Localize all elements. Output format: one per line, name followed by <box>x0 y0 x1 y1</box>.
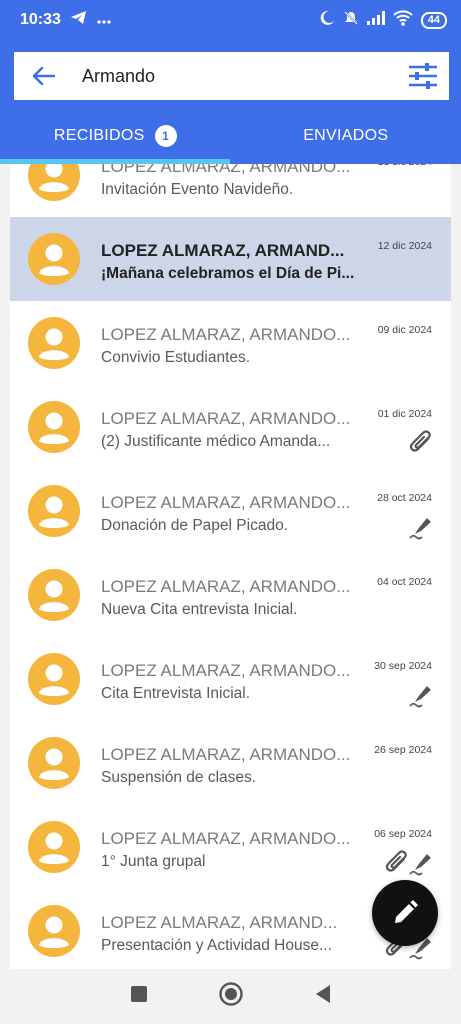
recent-apps-icon[interactable] <box>130 985 148 1008</box>
message-subject: (2) Justificante médico Amanda... <box>101 433 331 450</box>
message-list[interactable]: LOPEZ ALMARAZ, ARMANDO... Invitación Even… <box>10 164 451 969</box>
paperclip-icon <box>385 850 409 876</box>
tab-recibidos[interactable]: RECIBIDOS 1 <box>0 112 231 160</box>
compose-button[interactable] <box>372 880 438 946</box>
message-date: 01 dic 2024 <box>377 408 432 420</box>
message-date: 04 oct 2024 <box>377 576 432 588</box>
message-row[interactable]: LOPEZ ALMARAZ, ARMANDO... Convivio Estudi… <box>10 301 451 385</box>
message-date: 06 sep 2024 <box>374 828 432 840</box>
message-sender: LOPEZ ALMARAZ, ARMAND... <box>101 241 345 260</box>
paperclip-icon <box>409 430 433 456</box>
signature-pen-icon <box>409 682 433 708</box>
message-sender: LOPEZ ALMARAZ, ARMANDO... <box>101 164 351 176</box>
avatar-icon <box>28 737 80 789</box>
message-row[interactable]: LOPEZ ALMARAZ, ARMANDO... Invitación Even… <box>10 164 451 217</box>
wifi-icon <box>393 9 413 31</box>
signal-icon <box>366 10 385 30</box>
message-attachments <box>409 514 433 540</box>
message-sender: LOPEZ ALMARAZ, ARMANDO... <box>101 409 351 428</box>
message-sender: LOPEZ ALMARAZ, ARMANDO... <box>101 577 351 596</box>
avatar-icon <box>28 164 80 201</box>
back-arrow-icon[interactable] <box>14 52 74 100</box>
moon-icon <box>319 10 335 31</box>
message-sender: LOPEZ ALMARAZ, ARMANDO... <box>101 829 351 848</box>
tab-recibidos-label: RECIBIDOS <box>53 127 145 144</box>
avatar-icon <box>28 569 80 621</box>
avatar-icon <box>28 821 80 873</box>
message-date: 09 dic 2024 <box>377 324 432 336</box>
message-subject: Presentación y Actividad House... <box>101 937 332 954</box>
status-bar: 10:33 44 <box>0 0 461 40</box>
avatar-icon <box>28 317 80 369</box>
message-date: 28 oct 2024 <box>377 492 432 504</box>
message-subject: 1° Junta grupal <box>101 853 206 870</box>
message-date: 12 dic 2024 <box>377 240 432 252</box>
status-time: 10:33 <box>20 11 61 28</box>
filter-settings-icon[interactable] <box>397 52 449 100</box>
message-date: 30 sep 2024 <box>374 660 432 672</box>
message-date: 26 sep 2024 <box>374 744 432 756</box>
battery-icon: 44 <box>420 11 447 29</box>
message-sender: LOPEZ ALMARAZ, ARMANDO... <box>101 661 351 680</box>
pencil-icon <box>395 900 418 923</box>
message-subject: Cita Entrevista Inicial. <box>101 685 251 702</box>
telegram-icon <box>70 10 87 30</box>
back-icon[interactable] <box>314 984 332 1009</box>
message-subject: Nueva Cita entrevista Inicial. <box>101 601 298 618</box>
avatar-icon <box>28 401 80 453</box>
search-input[interactable] <box>74 65 397 87</box>
signature-pen-icon <box>409 850 433 876</box>
signature-pen-icon <box>409 514 433 540</box>
message-sender: LOPEZ ALMARAZ, ARMANDO... <box>101 745 351 764</box>
message-sender: LOPEZ ALMARAZ, ARMAND... <box>101 913 338 932</box>
message-row[interactable]: LOPEZ ALMARAZ, ARMAND... ¡Mañana celebram… <box>10 217 451 301</box>
avatar-icon <box>28 233 80 285</box>
message-subject: Donación de Papel Picado. <box>101 517 288 534</box>
home-icon[interactable] <box>218 981 244 1012</box>
unread-badge: 1 <box>154 125 177 147</box>
more-icon <box>97 11 111 29</box>
message-subject: Suspensión de clases. <box>101 769 257 786</box>
message-attachments <box>409 682 433 708</box>
message-sender: LOPEZ ALMARAZ, ARMANDO... <box>101 493 351 512</box>
message-row[interactable]: LOPEZ ALMARAZ, ARMANDO... Suspensión de c… <box>10 721 451 805</box>
message-attachments <box>385 850 433 876</box>
tab-enviados-label: ENVIADOS <box>303 127 389 144</box>
message-sender: LOPEZ ALMARAZ, ARMANDO... <box>101 325 351 344</box>
search-box <box>14 52 449 100</box>
tab-bar: RECIBIDOS 1 ENVIADOS <box>0 112 461 160</box>
message-subject: Convivio Estudiantes. <box>101 349 251 366</box>
avatar-icon <box>28 905 80 957</box>
avatar-icon <box>28 485 80 537</box>
mute-icon <box>343 10 359 31</box>
avatar-icon <box>28 653 80 705</box>
message-row[interactable]: LOPEZ ALMARAZ, ARMANDO... (2) Justificant… <box>10 385 451 469</box>
message-row[interactable]: LOPEZ ALMARAZ, ARMANDO... Nueva Cita entr… <box>10 553 451 637</box>
message-subject: ¡Mañana celebramos el Día de Pi... <box>101 265 355 282</box>
message-row[interactable]: LOPEZ ALMARAZ, ARMANDO... Donación de Pap… <box>10 469 451 553</box>
system-nav-bar <box>0 969 461 1024</box>
message-row[interactable]: LOPEZ ALMARAZ, ARMANDO... 1° Junta grupal… <box>10 805 451 889</box>
message-subject: Invitación Evento Navideño. <box>101 181 294 198</box>
message-row[interactable]: LOPEZ ALMARAZ, ARMANDO... Cita Entrevista… <box>10 637 451 721</box>
message-attachments <box>409 430 433 456</box>
message-date: 13 dic 2024 <box>378 164 432 168</box>
app-header: RECIBIDOS 1 ENVIADOS <box>0 40 461 164</box>
tab-enviados[interactable]: ENVIADOS <box>231 112 461 160</box>
